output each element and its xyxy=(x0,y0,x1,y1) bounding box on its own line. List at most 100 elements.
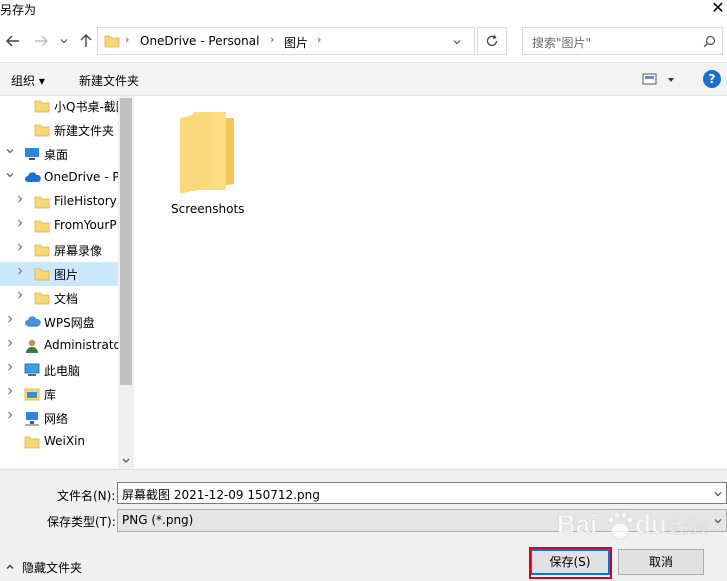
filetype-value[interactable]: PNG (*.png) xyxy=(122,513,193,527)
help-icon[interactable]: ? xyxy=(703,70,721,88)
hide-folders-toggle[interactable]: 隐藏文件夹 xyxy=(3,559,103,575)
title-bar: 另存为 ✕ xyxy=(0,0,727,22)
window-title: 另存为 xyxy=(0,3,37,17)
chevron-right-icon[interactable] xyxy=(14,242,26,255)
search-box[interactable]: 搜索"图片" xyxy=(522,27,723,55)
sidebar-item[interactable]: 库 xyxy=(0,382,118,406)
breadcrumb-separator-icon: › xyxy=(125,33,130,46)
chevron-right-icon[interactable] xyxy=(14,194,26,207)
wps-cloud-icon xyxy=(24,314,41,330)
breadcrumb-separator-icon: › xyxy=(317,33,322,46)
sidebar-item[interactable]: Administrato xyxy=(0,334,118,358)
chevron-right-icon[interactable] xyxy=(4,410,16,423)
filetype-label: 保存类型(T): xyxy=(47,515,116,529)
chevron-down-icon[interactable] xyxy=(4,170,16,183)
hide-folders-label: 隐藏文件夹 xyxy=(22,561,83,575)
chevron-right-icon[interactable] xyxy=(14,290,26,303)
filename-field[interactable]: 屏幕截图 2021-12-09 150712.png xyxy=(117,482,727,504)
sidebar-item[interactable]: OneDrive - P xyxy=(0,166,118,190)
folder-icon xyxy=(34,242,50,258)
sidebar-item-label: 小Q书桌-截图 xyxy=(54,100,118,114)
search-input[interactable]: 搜索"图片" xyxy=(532,34,591,51)
folder-item-screenshots[interactable]: Screenshots xyxy=(166,106,246,226)
chevron-right-icon[interactable] xyxy=(14,218,26,231)
chevron-down-icon[interactable] xyxy=(4,146,16,159)
sidebar-item-label: FromYourP xyxy=(54,218,117,232)
folder-name: Screenshots xyxy=(171,202,245,216)
breadcrumb-pictures[interactable]: 图片 xyxy=(284,34,308,51)
svg-text:经验: 经验 xyxy=(668,514,708,538)
view-icon xyxy=(642,73,657,85)
sidebar-item-label: 新建文件夹 xyxy=(54,124,115,138)
folder-icon xyxy=(104,35,120,48)
chevron-down-icon[interactable] xyxy=(452,37,462,47)
filename-value[interactable]: 屏幕截图 2021-12-09 150712.png xyxy=(122,486,320,503)
chevron-right-icon[interactable] xyxy=(4,314,16,327)
address-bar[interactable]: › OneDrive - Personal › 图片 › xyxy=(97,27,475,55)
new-folder-button[interactable]: 新建文件夹 xyxy=(79,72,139,89)
cancel-button[interactable]: 取消 xyxy=(618,549,704,575)
svg-text:Bai: Bai xyxy=(557,509,597,539)
sidebar-item-label: WPS网盘 xyxy=(44,316,95,330)
sidebar-item[interactable]: 小Q书桌-截图 xyxy=(0,94,118,118)
annotation-highlight-box xyxy=(529,547,612,579)
organize-button[interactable]: 组织 ▾ xyxy=(11,72,45,89)
chevron-up-icon xyxy=(6,564,14,569)
up-button[interactable] xyxy=(74,28,98,54)
close-icon[interactable]: ✕ xyxy=(709,0,727,19)
sidebar-item[interactable]: WeiXin xyxy=(0,430,118,454)
onedrive-icon xyxy=(24,170,41,186)
sidebar-item-label: 文档 xyxy=(54,292,79,306)
sidebar-item-label: 此电脑 xyxy=(44,364,81,378)
sidebar-item-label: WeiXin xyxy=(44,434,86,448)
folder-icon xyxy=(34,290,50,306)
sidebar-item[interactable]: 此电脑 xyxy=(0,358,118,382)
svg-text:du: du xyxy=(635,509,667,539)
breadcrumb-onedrive[interactable]: OneDrive - Personal xyxy=(140,34,259,48)
arrow-right-icon xyxy=(35,35,48,47)
chevron-right-icon[interactable] xyxy=(4,338,16,351)
sidebar-item[interactable]: FromYourP xyxy=(0,214,118,238)
sidebar-item[interactable]: 文档 xyxy=(0,286,118,310)
chevron-down-icon[interactable] xyxy=(713,489,723,499)
refresh-icon xyxy=(486,34,498,47)
command-bar: 组织 ▾ 新建文件夹 ? xyxy=(0,62,727,96)
refresh-button[interactable] xyxy=(477,27,507,55)
chevron-down-icon xyxy=(60,39,68,44)
sidebar-item[interactable]: FileHistory xyxy=(0,190,118,214)
folder-icon xyxy=(34,218,50,234)
sidebar-item[interactable]: WPS网盘 xyxy=(0,310,118,334)
back-button[interactable] xyxy=(1,28,25,54)
baidu-jingyan-watermark: Bai du 经验 xyxy=(557,509,708,540)
chevron-right-icon[interactable] xyxy=(4,386,16,399)
desktop-icon xyxy=(24,146,40,162)
folder-icon xyxy=(34,266,50,282)
sidebar-item[interactable]: 新建文件夹 xyxy=(0,118,118,142)
scroll-down-icon[interactable] xyxy=(121,457,131,465)
sidebar-item[interactable]: 图片 xyxy=(0,262,118,286)
sidebar-item-label: Administrato xyxy=(44,338,118,352)
navigation-pane[interactable]: 小Q书桌-截图新建文件夹桌面 OneDrive - P FileHistory Fro… xyxy=(0,96,134,469)
chevron-right-icon[interactable] xyxy=(14,266,26,279)
nav-scrollbar-thumb[interactable] xyxy=(120,98,132,385)
recent-locations-button[interactable] xyxy=(54,28,74,54)
sidebar-item[interactable]: 网络 xyxy=(0,406,118,430)
sidebar-item[interactable]: 桌面 xyxy=(0,142,118,166)
computer-icon xyxy=(24,362,40,378)
caret-down-icon xyxy=(668,78,674,82)
folder-icon xyxy=(34,194,50,210)
sidebar-item-label: 屏幕录像 xyxy=(54,244,103,258)
arrow-left-icon xyxy=(6,35,19,47)
chevron-right-icon[interactable] xyxy=(4,362,16,375)
search-icon xyxy=(703,35,716,48)
sidebar-item-label: OneDrive - P xyxy=(44,170,118,184)
view-options-button[interactable] xyxy=(642,72,676,88)
network-icon xyxy=(24,410,40,426)
folder-icon xyxy=(34,122,50,138)
sidebar-item[interactable]: 屏幕录像 xyxy=(0,238,118,262)
file-list[interactable]: Screenshots xyxy=(134,96,727,469)
sidebar-item-label: 桌面 xyxy=(44,148,69,162)
forward-button[interactable] xyxy=(29,28,53,54)
sidebar-item-label: FileHistory xyxy=(54,194,117,208)
folder-icon xyxy=(34,98,50,114)
